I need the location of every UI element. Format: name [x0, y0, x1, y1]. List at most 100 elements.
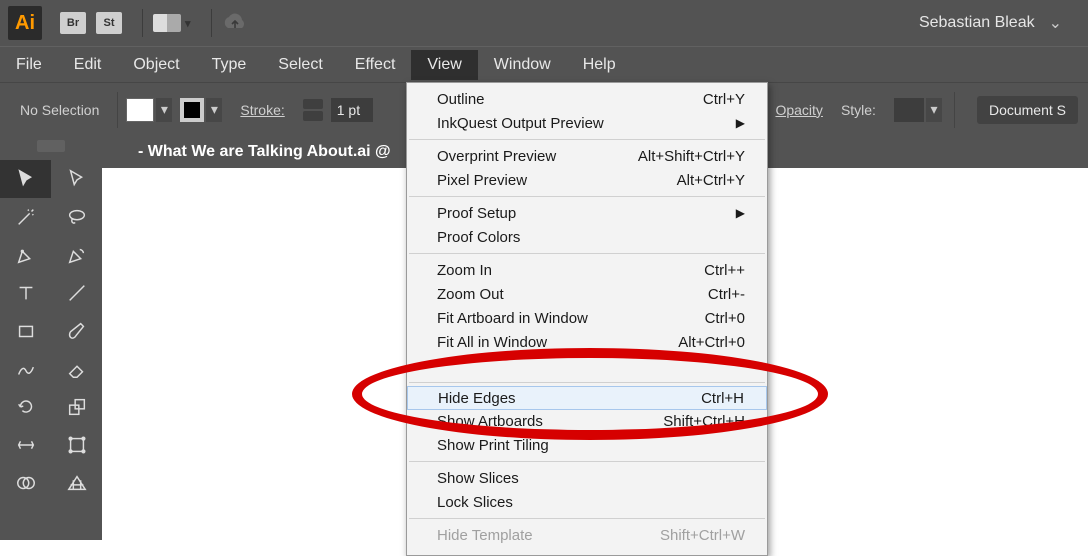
app-toolbar: Ai Br St ▾ Sebastian Bleak ⌄ — [0, 0, 1088, 46]
panel-grip-icon[interactable] — [37, 140, 65, 152]
style-picker[interactable]: ▾ — [894, 98, 942, 122]
menu-type[interactable]: Type — [196, 50, 263, 80]
menu-item-fit-all-in-window[interactable]: Fit All in Window Alt+Ctrl+0 — [407, 330, 767, 354]
menu-select[interactable]: Select — [262, 50, 338, 80]
toolbar-separator — [211, 9, 212, 37]
bridge-button[interactable]: Br — [60, 12, 86, 34]
stroke-label[interactable]: Stroke: — [240, 102, 284, 118]
selection-status: No Selection — [20, 102, 99, 118]
menu-separator — [409, 139, 765, 140]
menu-separator — [409, 461, 765, 462]
magic-wand-tool[interactable] — [0, 198, 51, 236]
menu-item-label: Hide Edges — [438, 390, 516, 407]
menu-shortcut: Alt+Ctrl+Y — [677, 172, 745, 189]
stroke-value-field[interactable]: 1 pt — [331, 98, 373, 122]
current-user[interactable]: Sebastian Bleak — [919, 14, 1035, 32]
menu-item-inkquest-output-preview[interactable]: InkQuest Output Preview ▶ — [407, 111, 767, 135]
fill-swatch[interactable]: ▾ — [126, 98, 172, 122]
menu-item-pixel-preview[interactable]: Pixel PreviewAlt+Ctrl+Y — [407, 168, 767, 192]
menu-item-outline[interactable]: Outline Ctrl+Y — [407, 87, 767, 111]
shaper-tool[interactable] — [0, 350, 51, 388]
stroke-color-icon — [180, 98, 204, 122]
menu-item-label: Show Slices — [437, 470, 519, 487]
menu-item-hide-edges[interactable]: Hide Edges Ctrl+H — [407, 386, 767, 410]
menu-item-proof-setup[interactable]: Proof Setup▶ — [407, 201, 767, 225]
menu-item-lock-slices[interactable]: Lock Slices — [407, 490, 767, 514]
menu-separator — [409, 253, 765, 254]
chevron-down-icon: ⌄ — [1049, 13, 1062, 33]
chevron-down-icon: ▾ — [926, 98, 942, 122]
rotate-tool[interactable] — [0, 388, 51, 426]
paintbrush-tool[interactable] — [51, 312, 102, 350]
shape-builder-tool[interactable] — [0, 464, 51, 502]
lasso-tool[interactable] — [51, 198, 102, 236]
menu-item-fit-artboard-in-window[interactable]: Fit Artboard in Window Ctrl+0 — [407, 306, 767, 330]
menu-item-show-artboards[interactable]: Show Artboards Shift+Ctrl+H — [407, 409, 767, 433]
menu-item-proof-colors[interactable]: Proof Colors — [407, 225, 767, 249]
menu-separator — [409, 382, 765, 383]
menu-shortcut: Ctrl+- — [708, 286, 745, 303]
submenu-arrow-icon: ▶ — [736, 116, 745, 130]
menu-shortcut: Alt+Ctrl+0 — [678, 334, 745, 351]
menu-object[interactable]: Object — [117, 50, 195, 80]
menu-shortcut: Alt+Shift+Ctrl+Y — [638, 148, 745, 165]
tools-panel — [0, 136, 102, 540]
stroke-stepper[interactable] — [303, 95, 323, 125]
stock-button[interactable]: St — [96, 12, 122, 34]
fill-color-icon — [126, 98, 154, 122]
type-tool[interactable] — [0, 274, 51, 312]
menu-item-label: Proof Setup — [437, 205, 516, 222]
direct-selection-tool[interactable] — [51, 160, 102, 198]
menu-edit[interactable]: Edit — [58, 50, 118, 80]
menu-shortcut: Ctrl+0 — [705, 310, 745, 327]
menu-item-label: Fit All in Window — [437, 334, 547, 351]
rectangle-tool[interactable] — [0, 312, 51, 350]
menu-item-label: InkQuest Output Preview — [437, 115, 604, 132]
width-tool[interactable] — [0, 426, 51, 464]
opacity-label[interactable]: Opacity — [775, 102, 822, 118]
menu-item-label: Proof Colors — [437, 229, 520, 246]
menu-item-label: Overprint Preview — [437, 148, 556, 165]
toolbar-separator — [142, 9, 143, 37]
menu-item-label: Outline — [437, 91, 485, 108]
menu-item-overprint-preview[interactable]: Overprint Preview Alt+Shift+Ctrl+Y — [407, 144, 767, 168]
menu-shortcut: Shift+Ctrl+H — [663, 413, 745, 430]
menu-item-label: Show Artboards — [437, 413, 543, 430]
layout-picker[interactable]: ▾ — [153, 12, 191, 34]
menu-item-zoom-in[interactable]: Zoom InCtrl++ — [407, 258, 767, 282]
document-title: - What We are Talking About.ai @ — [138, 143, 391, 161]
stroke-swatch[interactable]: ▾ — [180, 98, 222, 122]
chevron-down-icon: ▾ — [185, 17, 191, 30]
menu-shortcut: Ctrl+Y — [703, 91, 745, 108]
sync-icon[interactable] — [222, 12, 248, 34]
menu-item-show-print-tiling[interactable]: Show Print Tiling — [407, 433, 767, 457]
selection-tool[interactable] — [0, 160, 51, 198]
chevron-down-icon: ▾ — [206, 98, 222, 122]
menu-item-label: Fit Artboard in Window — [437, 310, 588, 327]
style-swatch-icon — [894, 98, 924, 122]
menu-item-hide-template: Hide Template Shift+Ctrl+W — [407, 523, 767, 547]
menu-item-label: Zoom Out — [437, 286, 504, 303]
menu-shortcut: Ctrl+H — [701, 390, 744, 407]
menu-item-zoom-out[interactable]: Zoom Out Ctrl+- — [407, 282, 767, 306]
menu-file[interactable]: File — [0, 50, 58, 80]
menu-item-label: Zoom In — [437, 262, 492, 279]
layout-icon — [153, 14, 181, 32]
menu-shortcut: Shift+Ctrl+W — [660, 527, 745, 544]
perspective-grid-tool[interactable] — [51, 464, 102, 502]
eraser-tool[interactable] — [51, 350, 102, 388]
chevron-down-icon: ▾ — [156, 98, 172, 122]
scale-tool[interactable] — [51, 388, 102, 426]
menu-item-label: Hide Template — [437, 527, 533, 544]
menu-window[interactable]: Window — [478, 50, 567, 80]
line-tool[interactable] — [51, 274, 102, 312]
menu-item-show-slices[interactable]: Show Slices — [407, 466, 767, 490]
menu-view[interactable]: View — [411, 50, 477, 80]
menu-help[interactable]: Help — [567, 50, 632, 80]
curvature-tool[interactable] — [51, 236, 102, 274]
menu-effect[interactable]: Effect — [339, 50, 412, 80]
document-setup-button[interactable]: Document S — [977, 96, 1078, 124]
menu-item-label: Show Print Tiling — [437, 437, 549, 454]
free-transform-tool[interactable] — [51, 426, 102, 464]
pen-tool[interactable] — [0, 236, 51, 274]
